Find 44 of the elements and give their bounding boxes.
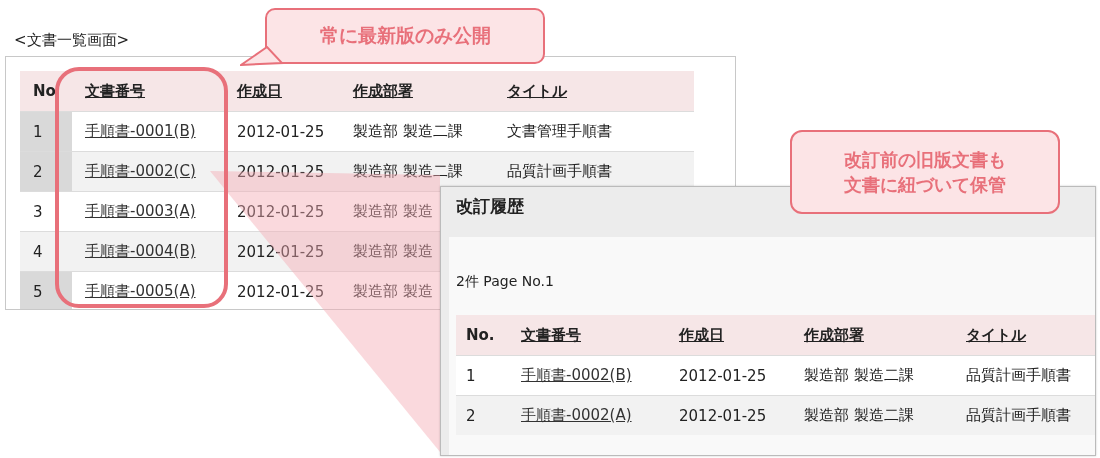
table-cell: 2012-01-25 [237, 122, 325, 141]
column-header[interactable]: タイトル [494, 71, 694, 111]
table-cell: 品質計画手順書 [966, 406, 1071, 425]
table-cell: 品質計画手順書 [966, 366, 1071, 385]
column-header: No [20, 71, 72, 111]
callout-tail [240, 46, 284, 66]
column-header: No. [456, 315, 511, 355]
table-cell: 製造部 製造二課 [353, 162, 463, 181]
table-cell: 2012-01-25 [679, 406, 767, 425]
table-cell: 製造部 製造二課 [804, 366, 914, 385]
callout-bubble: 常に最新版のみ公開 [265, 8, 545, 64]
table-cell: 製造部 製造二課 [804, 406, 914, 425]
table-cell: 2012-01-25 [237, 202, 325, 221]
table-cell: 3 [33, 202, 43, 221]
table-cell: 製造部 製造 [353, 282, 433, 301]
table-cell: 2012-01-25 [237, 242, 325, 261]
table-cell: 2 [33, 162, 43, 181]
table-cell: 文書管理手順書 [507, 122, 612, 141]
column-header[interactable]: 作成部署 [794, 315, 956, 355]
callout-note: 改訂前の旧版文書も 文書に紐づいて保管 [790, 130, 1060, 214]
column-header[interactable]: 作成部署 [340, 71, 494, 111]
table-cell: 製造部 製造 [353, 242, 433, 261]
page-count-text: 2件 Page No.1 [456, 273, 554, 289]
column-header[interactable]: 作成日 [224, 71, 340, 111]
table-cell: 2012-01-25 [679, 366, 767, 385]
document-link[interactable]: 手順書-0005(A) [85, 282, 196, 301]
table-cell: 4 [33, 242, 43, 261]
table-cell: 2012-01-25 [237, 162, 325, 181]
table-cell: 1 [33, 122, 43, 141]
column-header[interactable]: 文書番号 [72, 71, 224, 111]
screen-title: <文書一覧画面> [14, 31, 130, 49]
table-cell: 製造部 製造二課 [353, 122, 463, 141]
table-cell: 2012-01-25 [237, 282, 325, 301]
column-header[interactable]: タイトル [956, 315, 1095, 355]
table-cell: 2 [466, 406, 476, 425]
column-header[interactable]: 文書番号 [511, 315, 669, 355]
document-link[interactable]: 手順書-0001(B) [85, 122, 196, 141]
table-cell: 5 [33, 282, 43, 301]
dialog-title: 改訂履歴 [456, 196, 524, 216]
table-cell: 製造部 製造 [353, 202, 433, 221]
column-header[interactable]: 作成日 [669, 315, 794, 355]
table-cell: 1 [466, 366, 476, 385]
document-link[interactable]: 手順書-0003(A) [85, 202, 196, 221]
table-cell: 品質計画手順書 [507, 162, 612, 181]
